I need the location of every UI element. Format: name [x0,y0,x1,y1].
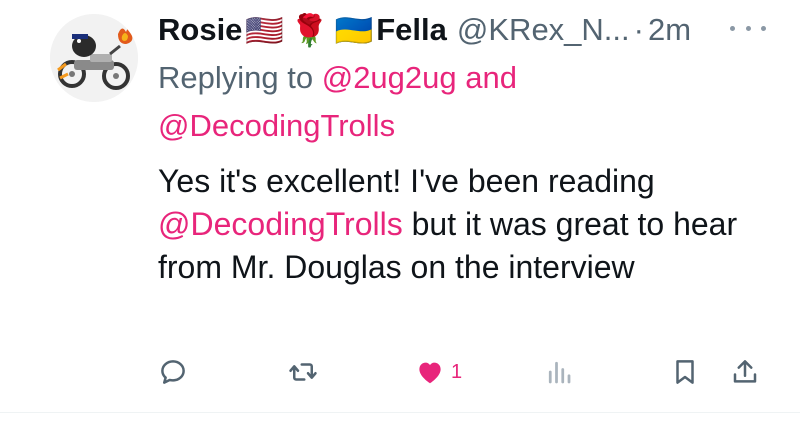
share-icon [733,360,757,383]
display-name-suffix: Fella [376,12,447,47]
more-options-button[interactable] [730,18,766,38]
views-button[interactable] [544,350,574,394]
retweet-icon [289,363,317,381]
bookmark-button[interactable] [670,350,700,394]
us-flag-emoji: 🇺🇸 [245,12,285,48]
timestamp[interactable]: 2m [648,12,691,48]
more-icon-dot [745,25,751,31]
tweet-header: Rosie 🇺🇸 🌹 🇺🇦 Fella @KRex_N... · 2m [158,8,738,52]
like-button[interactable]: 1 [415,350,462,394]
tweet-mention-link[interactable]: @DecodingTrolls [158,206,403,242]
more-icon-dot [761,25,766,31]
separator-dot: · [633,12,644,47]
divider [0,412,800,413]
replying-to: Replying to @2ug2ug and @DecodingTrolls [158,54,718,150]
tweet-text: Yes it's excellent! I've been reading @D… [158,160,758,289]
retweet-button[interactable] [288,350,318,394]
replying-to-label: Replying to [158,60,314,95]
reply-mention-link[interactable]: @DecodingTrolls [158,108,395,143]
more-icon-dot [730,25,735,31]
views-icon [548,361,571,384]
like-count: 1 [451,360,463,383]
display-name[interactable]: Rosie 🇺🇸 🌹 🇺🇦 Fella [158,12,447,49]
reply-mention-link[interactable]: @2ug2ug and [322,60,517,95]
reply-icon [161,360,185,384]
reply-button[interactable] [158,350,188,394]
avatar[interactable] [50,14,138,102]
display-name-text: Rosie [158,12,243,47]
bookmark-icon [676,360,694,384]
tweet-text-part: Yes it's excellent! I've been reading [158,163,655,199]
avatar-image [50,14,138,102]
user-handle[interactable]: @KRex_N... [457,12,630,48]
ukraine-flag-emoji: 🇺🇦 [334,12,374,48]
heart-icon [419,362,441,384]
rose-emoji: 🌹 [290,12,329,48]
action-bar: 1 [150,350,770,394]
share-button[interactable] [730,350,760,394]
